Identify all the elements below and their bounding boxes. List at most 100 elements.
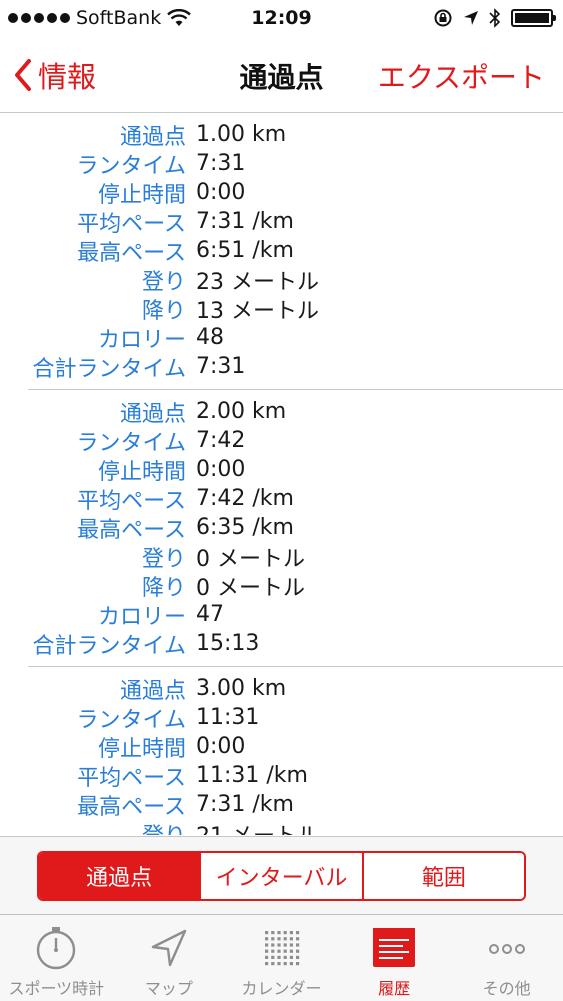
segment-range[interactable]: 範囲 [361,853,524,899]
split-value: 2.00 km [196,399,287,424]
segment-splits[interactable]: 通過点 [39,853,200,899]
tab-label-map: マップ [144,979,193,998]
split-value: 0:00 [196,734,246,759]
split-label: 平均ペース [77,765,186,791]
chevron-left-icon [15,59,31,91]
split-value: 6:35 /km [196,515,294,540]
split-row-stop-time: 停止時間 0:00 [28,732,563,762]
split-value: 0:00 [196,457,246,482]
split-label: 合計ランタイム [32,356,186,382]
split-value: 0:00 [196,180,246,205]
split-row-total-run-time: 合計ランタイム 7:31 [0,352,563,382]
split-row-run-time: ランタイム 7:42 [28,426,563,456]
split-value: 48 [196,325,224,350]
segment-intervals[interactable]: インターバル [199,853,362,899]
split-row-avg-pace: 平均ペース 7:31 /km [0,207,563,237]
tab-more[interactable]: その他 [450,915,563,1001]
tab-label-more: その他 [482,979,531,998]
split-row-ascent: 登り 0 メートル [28,542,563,572]
split-label: 降り [141,575,186,601]
split-label: 最高ペース [77,794,186,820]
split-row-ascent: 登り 21 メートル [28,818,563,836]
split-value: 7:31 [196,151,246,176]
back-button[interactable]: 情報 [14,54,96,96]
split-value: 7:31 /km [196,792,294,817]
split-value: 0 メートル [196,575,305,601]
split-value: 11:31 /km [196,763,308,788]
split-row-ascent: 登り 23 メートル [0,265,563,295]
split-label: ランタイム [76,153,186,179]
status-icons [433,8,556,28]
tab-sports-watch[interactable]: スポーツ時計 [0,915,113,1001]
tab-history[interactable]: 履歴 [338,915,451,1001]
split-row-split: 通過点 3.00 km [28,674,563,704]
split-label: 通過点 [119,678,186,704]
view-segmented-control: 通過点 インターバル 範囲 [37,851,526,901]
split-block: 通過点 2.00 km ランタイム 7:42 停止時間 0:00 平均ペース 7:42 /km… [28,389,563,666]
status-bar: SoftBank 12:09 [0,0,563,38]
split-row-stop-time: 停止時間 0:00 [0,178,563,208]
split-label: 停止時間 [97,459,186,485]
export-button[interactable]: エクスポート [378,56,545,96]
split-label: 登り [28,818,186,836]
split-row-stop-time: 停止時間 0:00 [28,455,563,485]
split-block: 通過点 3.00 km ランタイム 11:31 停止時間 0:00 平均ペース 11:31 /… [28,666,563,835]
split-label: 停止時間 [97,182,186,208]
split-label: ランタイム [76,430,186,456]
split-block: 通過点 1.00 km ランタイム 7:31 停止時間 0:00 平均ペース 7:31 /km… [0,113,563,389]
rotation-lock-icon [434,9,452,27]
splits-list[interactable]: 通過点 1.00 km ランタイム 7:31 停止時間 0:00 平均ペース 7:31 /km… [0,113,563,835]
split-row-descent: 降り 0 メートル [28,571,563,601]
split-label: 最高ペース [77,517,186,543]
split-value: 1.00 km [196,122,287,147]
tab-label-sports-watch: スポーツ時計 [8,979,105,998]
split-value: 21 メートル [196,818,319,836]
split-label: ランタイム [76,707,186,733]
more-dots-icon [488,944,525,954]
split-row-run-time: ランタイム 11:31 [28,703,563,733]
split-row-descent: 降り 13 メートル [0,294,563,324]
split-label: 登り [141,546,186,572]
split-value: 7:42 [196,428,246,453]
split-label: 降り [141,298,186,324]
split-value: 6:51 /km [196,238,294,263]
split-label: 最高ペース [77,240,186,266]
battery-icon [511,9,556,27]
split-row-avg-pace: 平均ペース 11:31 /km [28,761,563,791]
split-value: 3.00 km [196,676,287,701]
split-label: 平均ペース [77,488,186,514]
split-value: 7:31 /km [196,209,294,234]
split-row-split: 通過点 2.00 km [28,397,563,427]
segment-bar: 通過点 インターバル 範囲 [0,836,563,915]
split-value: 7:42 /km [196,486,294,511]
calendar-grid-icon [265,931,300,966]
tab-calendar[interactable]: カレンダー [225,915,338,1001]
stopwatch-icon [37,927,76,970]
split-value: 15:13 [196,631,260,656]
split-label: 平均ペース [77,211,186,237]
split-value: 11:31 [196,705,260,730]
history-list-icon [373,928,416,967]
split-row-calories: カロリー 47 [28,600,563,630]
split-label: 通過点 [119,401,186,427]
split-label: カロリー [97,604,186,630]
split-row-best-pace: 最高ペース 7:31 /km [28,790,563,820]
navigation-bar: 情報 通過点 エクスポート [0,38,563,113]
split-row-total-run-time: 合計ランタイム 15:13 [28,629,563,659]
split-label: 停止時間 [97,736,186,762]
map-arrow-icon [151,929,187,967]
split-row-best-pace: 最高ペース 6:35 /km [28,513,563,543]
tab-bar: スポーツ時計 マップ カレンダー 履歴 その他 [0,914,563,1001]
split-row-split: 通過点 1.00 km [0,120,563,150]
back-label: 情報 [38,60,97,94]
split-row-calories: カロリー 48 [0,323,563,353]
tab-map[interactable]: マップ [113,915,226,1001]
split-label: 通過点 [119,124,186,150]
tab-label-history: 履歴 [378,979,411,998]
location-arrow-icon [464,11,478,25]
bluetooth-icon [489,8,501,28]
split-label: 合計ランタイム [32,633,186,659]
split-value: 0 メートル [196,546,305,572]
split-row-best-pace: 最高ペース 6:51 /km [0,236,563,266]
split-value: 13 メートル [196,298,319,324]
